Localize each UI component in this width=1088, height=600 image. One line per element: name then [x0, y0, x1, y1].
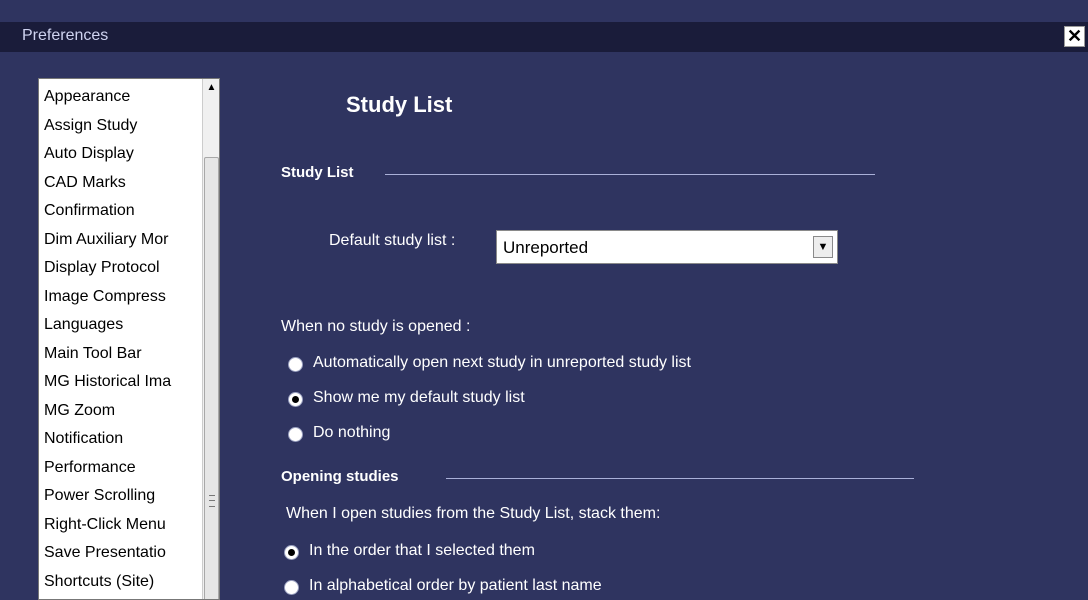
list-item[interactable]: Dim Auxiliary Mor [39, 226, 202, 255]
radio-label: Automatically open next study in unrepor… [313, 354, 691, 371]
section-divider [385, 174, 875, 175]
list-item[interactable]: Display Protocol [39, 254, 202, 283]
close-icon: ✕ [1066, 26, 1083, 46]
scroll-up-arrow-icon[interactable]: ▲ [203, 79, 219, 97]
section-opening-studies-label: Opening studies [281, 468, 399, 485]
preferences-dialog: Preferences ✕ Appearance Assign Study Auto… [0, 0, 1088, 600]
radio-label: Show me my default study list [313, 389, 525, 406]
title-bar: Preferences ✕ [0, 22, 1088, 52]
category-list-items: Appearance Assign Study Auto Display CAD Ma… [39, 83, 202, 599]
no-study-label: When no study is opened : [281, 318, 471, 335]
list-item[interactable]: MG Historical Ima [39, 368, 202, 397]
list-item[interactable]: Assign Study [39, 112, 202, 141]
page-title: Study List [346, 92, 453, 117]
list-item[interactable]: Auto Display [39, 140, 202, 169]
list-item[interactable]: Performance [39, 454, 202, 483]
list-item[interactable]: Save Presentatio [39, 539, 202, 568]
stack-order-label: When I open studies from the Study List,… [286, 505, 661, 522]
radio-button[interactable] [288, 392, 303, 407]
list-item[interactable]: Shortcuts (User) [39, 596, 202, 599]
list-item[interactable]: Right-Click Menu [39, 511, 202, 540]
default-study-list-label: Default study list : [329, 232, 456, 249]
default-study-list-value: Unreported [503, 238, 589, 257]
list-item[interactable]: Power Scrolling [39, 482, 202, 511]
radio-button[interactable] [288, 427, 303, 442]
list-item[interactable]: Notification [39, 425, 202, 454]
radio-label: In alphabetical order by patient last na… [309, 577, 602, 594]
list-item[interactable]: Main Tool Bar [39, 340, 202, 369]
grip-icon [209, 495, 215, 507]
radio-label: In the order that I selected them [309, 542, 535, 559]
radio-button[interactable] [284, 545, 299, 560]
section-divider [446, 478, 914, 479]
scroll-thumb[interactable] [204, 157, 219, 599]
list-item[interactable]: CAD Marks [39, 169, 202, 198]
list-item[interactable]: MG Zoom [39, 397, 202, 426]
preferences-category-list[interactable]: Appearance Assign Study Auto Display CAD Ma… [38, 78, 220, 600]
list-item[interactable]: Confirmation [39, 197, 202, 226]
radio-label: Do nothing [313, 424, 391, 441]
close-button[interactable]: ✕ [1064, 26, 1085, 47]
radio-button[interactable] [288, 357, 303, 372]
default-study-list-select[interactable]: Unreported ▼ [496, 230, 838, 264]
window-title: Preferences [22, 27, 109, 44]
list-item[interactable]: Languages [39, 311, 202, 340]
list-item[interactable]: Image Compress [39, 283, 202, 312]
list-item[interactable]: Appearance [39, 83, 202, 112]
section-study-list-label: Study List [281, 164, 354, 181]
list-item[interactable]: Shortcuts (Site) [39, 568, 202, 597]
list-scrollbar[interactable]: ▲ [202, 79, 219, 599]
radio-button[interactable] [284, 580, 299, 595]
chevron-down-icon[interactable]: ▼ [813, 236, 833, 258]
